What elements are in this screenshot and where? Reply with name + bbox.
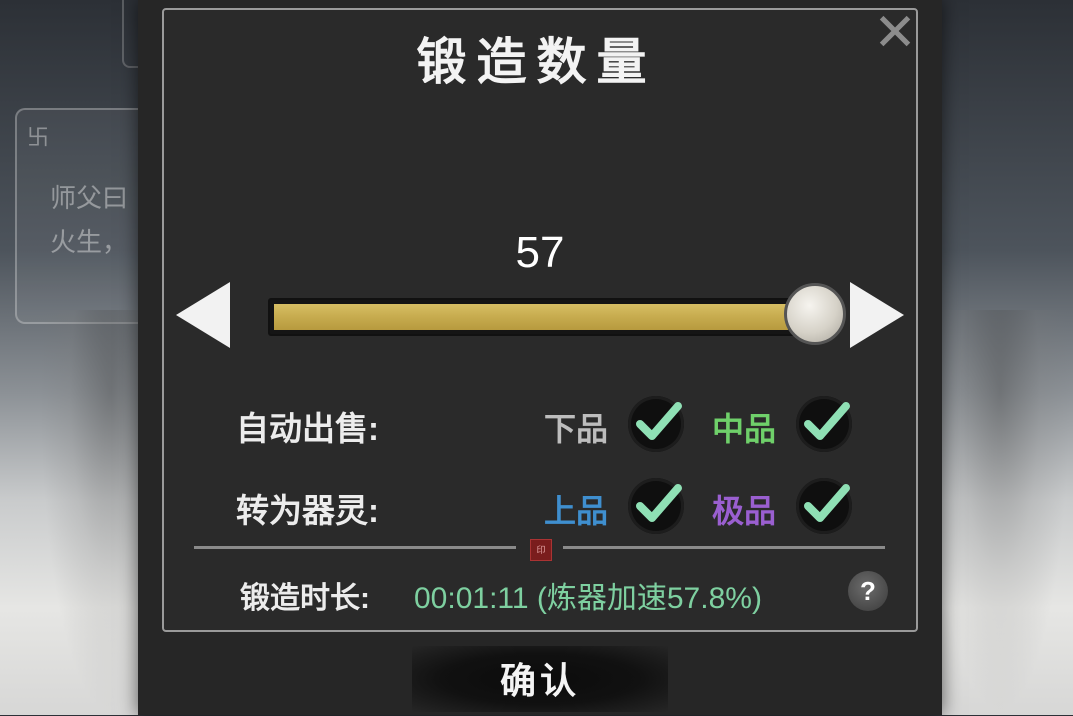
quantity-slider-fill (274, 304, 788, 330)
background-speech-text: 师父曰 (50, 183, 129, 213)
option-label-low-grade: 下品 (544, 411, 609, 447)
quantity-value: 57 (515, 228, 565, 277)
checkmark-icon (636, 402, 682, 440)
checkbox-auto-sell-mid-grade[interactable] (796, 396, 852, 452)
quantity-slider-handle[interactable] (784, 283, 846, 345)
decrease-arrow-icon[interactable] (176, 282, 230, 348)
forge-duration-value: 00:01:11 (炼器加速57.8%) (414, 582, 762, 615)
checkbox-auto-sell-low-grade[interactable] (628, 396, 684, 452)
close-x-icon: ✕ (873, 4, 917, 62)
close-button[interactable]: ✕ (872, 7, 918, 59)
divider-line (563, 546, 885, 549)
red-seal-icon: 印 (530, 539, 552, 561)
checkmark-icon (636, 484, 682, 522)
convert-spirit-label: 转为器灵: (236, 492, 379, 529)
cloud-ornament-icon: 卐 (27, 125, 50, 150)
checkmark-icon (804, 484, 850, 522)
confirm-button[interactable]: 确认 (412, 646, 668, 712)
option-label-high-grade: 上品 (544, 493, 609, 529)
forge-duration-label: 锻造时长: (240, 582, 370, 615)
background-character-right (930, 310, 1070, 715)
question-mark-icon: ? (860, 576, 876, 606)
auto-sell-label: 自动出售: (236, 410, 379, 447)
checkmark-icon (804, 402, 850, 440)
quantity-slider-track[interactable] (268, 298, 814, 336)
help-button[interactable]: ? (848, 571, 888, 611)
option-label-supreme-grade: 极品 (712, 493, 777, 529)
increase-arrow-icon[interactable] (850, 282, 904, 348)
background-speech-text: 火生， (50, 227, 129, 257)
checkbox-convert-high-grade[interactable] (628, 478, 684, 534)
option-label-mid-grade: 中品 (712, 411, 777, 447)
checkbox-convert-supreme-grade[interactable] (796, 478, 852, 534)
divider-line (194, 546, 516, 549)
